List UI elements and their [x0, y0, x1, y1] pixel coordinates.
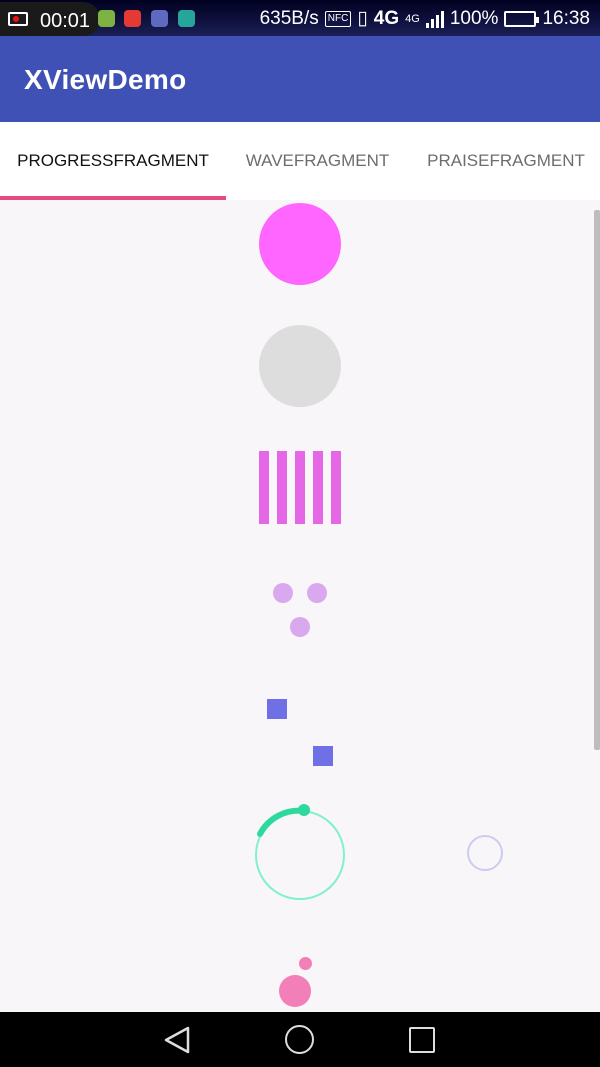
net-speed: 635B/s — [259, 7, 319, 29]
ring-spinner-progress — [255, 804, 345, 900]
tab-praisefragment[interactable]: PRAISEFRAGMENT — [409, 122, 600, 200]
app-bar: XViewDemo — [0, 36, 600, 122]
status-right: 635B/s NFC ▯ 4G 4G 100% 16:38 — [260, 7, 590, 30]
signal-icon — [425, 10, 444, 28]
video-app-icon — [124, 10, 141, 27]
recent-square-icon[interactable] — [409, 1027, 435, 1053]
square — [267, 699, 287, 719]
scrollbar[interactable] — [594, 210, 600, 750]
home-circle-icon[interactable] — [285, 1025, 314, 1054]
battery-percent: 100% — [449, 7, 499, 29]
grey-circle-progress — [259, 325, 341, 407]
browser-app-icon — [151, 10, 168, 27]
vibrate-icon: ▯ — [357, 8, 368, 29]
screen-recorder-pill[interactable]: 00:01 — [0, 2, 100, 36]
bar — [277, 451, 287, 524]
dot — [290, 617, 310, 637]
bar — [295, 451, 305, 524]
small-ball — [299, 957, 312, 970]
status-bar: 00:01 635B/s NFC ▯ 4G 4G 100% 16:38 — [0, 0, 600, 36]
clock: 16:38 — [542, 7, 590, 29]
store-app-icon — [178, 10, 195, 27]
record-camera-icon — [8, 12, 28, 26]
tab-progressfragment[interactable]: PROGRESSFRAGMENT — [0, 122, 226, 200]
battery-icon — [504, 10, 540, 27]
bar — [259, 451, 269, 524]
bar — [313, 451, 323, 524]
record-time: 00:01 — [40, 10, 91, 32]
navigation-bar — [0, 1012, 600, 1067]
tab-wavefragment[interactable]: WAVEFRAGMENT — [226, 122, 409, 200]
network-type: 4G — [373, 7, 400, 29]
large-ball — [279, 975, 311, 1007]
pulse-circle-progress — [259, 203, 341, 285]
dot — [273, 583, 293, 603]
tab-bar: PROGRESSFRAGMENT WAVEFRAGMENT PRAISEFRAG… — [0, 122, 600, 200]
screen: 00:01 635B/s NFC ▯ 4G 4G 100% 16:38 XVie… — [0, 0, 600, 1067]
square — [313, 746, 333, 766]
network-type-small: 4G — [405, 12, 420, 25]
progress-content[interactable] — [0, 200, 600, 1012]
back-triangle-icon[interactable] — [162, 1025, 192, 1055]
app-title: XViewDemo — [24, 64, 187, 95]
nfc-icon: NFC — [324, 10, 352, 27]
dot — [307, 583, 327, 603]
small-ring-progress — [467, 835, 503, 871]
android-app-icon — [98, 10, 115, 27]
bar — [331, 451, 341, 524]
